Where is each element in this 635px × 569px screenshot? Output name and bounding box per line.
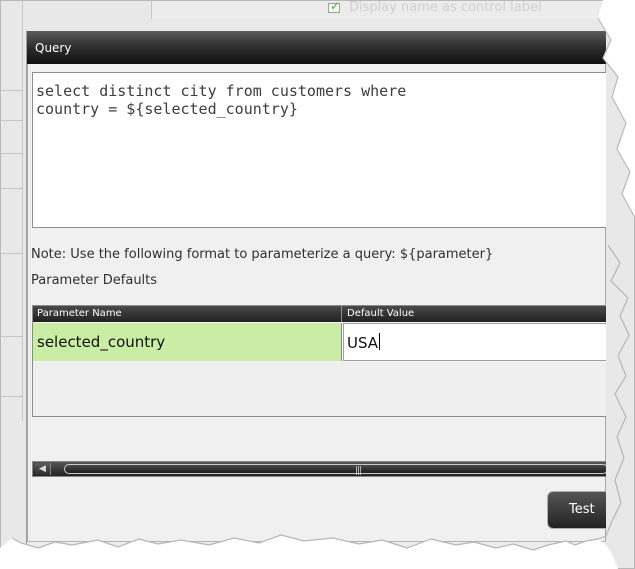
screenshot-canvas: ✓ Display name as control label Query se…: [0, 0, 635, 569]
dialog-title: Query: [35, 41, 72, 55]
background-left-tick: [1, 120, 23, 121]
test-button[interactable]: Test: [547, 491, 606, 529]
default-value-column-header: Default Value: [347, 308, 415, 319]
scrollbar-thumb[interactable]: |||: [64, 464, 606, 476]
dialog-header: Query: [27, 31, 606, 64]
parameter-name-value: selected_country: [37, 333, 166, 351]
chevron-left-icon[interactable]: ◀: [35, 463, 51, 475]
parameter-defaults-label: Parameter Defaults: [31, 273, 158, 288]
default-value-text: USA: [347, 333, 381, 352]
background-left-tick: [1, 153, 23, 154]
parameter-name-cell[interactable]: selected_country: [33, 323, 342, 361]
default-value-string: USA: [347, 334, 379, 352]
horizontal-scrollbar[interactable]: ◀ |||: [32, 461, 606, 477]
background-left-tick: [1, 188, 23, 189]
column-divider: [341, 306, 342, 322]
query-note: Note: Use the following format to parame…: [31, 247, 494, 262]
query-dialog: Query select distinct city from customer…: [26, 31, 606, 556]
table-row[interactable]: selected_country USA: [33, 323, 606, 361]
background-left-tick: [1, 336, 23, 337]
query-textarea[interactable]: select distinct city from customers wher…: [32, 72, 606, 228]
background-left-column: [1, 1, 23, 421]
background-left-tick: [1, 396, 23, 397]
display-name-label: Display name as control label: [349, 0, 542, 15]
table-header: Parameter Name Default Value: [33, 306, 606, 322]
text-caret: [379, 333, 381, 350]
background-left-tick: [1, 90, 23, 91]
table-empty-area: [33, 362, 606, 416]
background-left-tick: [1, 253, 23, 254]
grip-icon: |||: [355, 466, 362, 476]
check-icon: ✓: [330, 0, 341, 13]
background-option-strip: ✓ Display name as control label: [151, 0, 635, 19]
parameter-defaults-table: Parameter Name Default Value selected_co…: [32, 305, 606, 417]
dialog-footer-strip: [27, 541, 606, 556]
default-value-input[interactable]: USA: [343, 323, 606, 361]
parameter-name-column-header: Parameter Name: [37, 308, 122, 319]
display-name-checkbox[interactable]: ✓: [328, 0, 341, 13]
